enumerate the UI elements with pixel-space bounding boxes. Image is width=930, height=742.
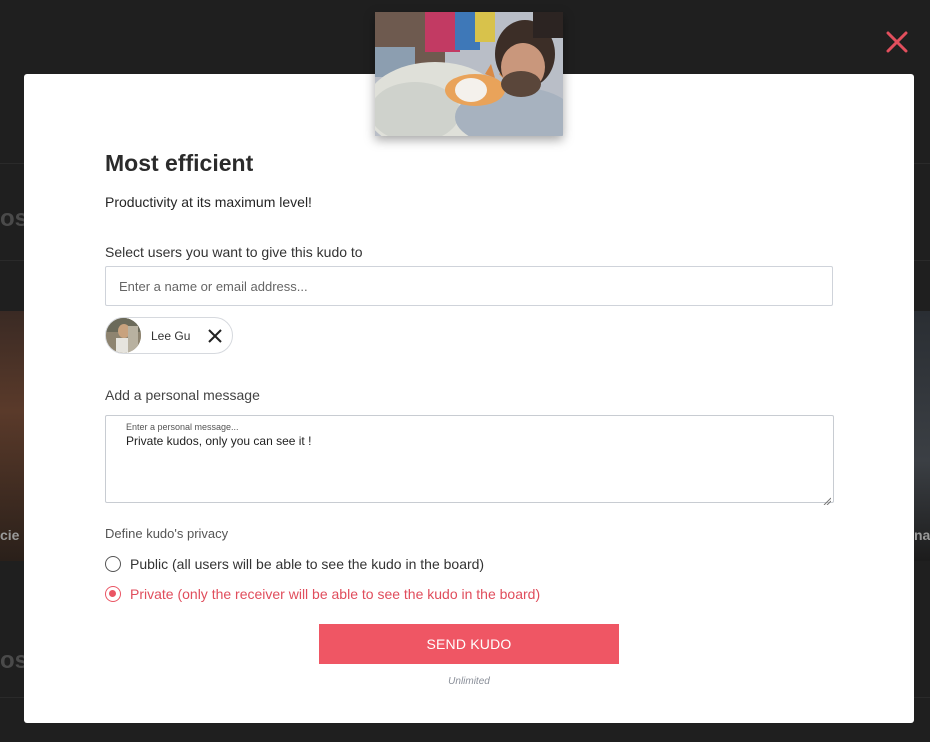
selected-user-chip: Lee Gu: [105, 317, 233, 354]
background-text: na: [914, 527, 930, 543]
close-icon[interactable]: [207, 328, 223, 344]
user-search-input[interactable]: [105, 266, 833, 306]
personal-message-textarea[interactable]: Enter a personal message... Private kudo…: [105, 415, 834, 506]
avatar: [106, 318, 141, 353]
send-limit-note: Unlimited: [448, 676, 490, 687]
resize-handle-icon[interactable]: [823, 492, 832, 506]
send-kudo-button[interactable]: SEND KUDO: [319, 624, 619, 664]
background-card-image: [914, 311, 930, 561]
radio-public[interactable]: [105, 556, 121, 572]
message-value: Private kudos, only you can see it !: [126, 434, 312, 448]
message-label: Add a personal message: [105, 387, 260, 403]
users-label: Select users you want to give this kudo …: [105, 244, 363, 260]
message-placeholder: Enter a personal message...: [126, 422, 239, 432]
privacy-option-label: Public (all users will be able to see th…: [130, 556, 485, 572]
kudo-title: Most efficient: [105, 150, 254, 176]
kudo-subtitle: Productivity at its maximum level!: [105, 194, 312, 210]
kudo-image: [375, 12, 563, 136]
privacy-option-label: Private (only the receiver will be able …: [130, 586, 541, 602]
close-icon[interactable]: [884, 29, 910, 55]
privacy-label: Define kudo's privacy: [105, 526, 229, 541]
background-card-image: [0, 311, 24, 561]
kudo-modal: Most efficient Productivity at its maxim…: [24, 12, 914, 723]
radio-private[interactable]: [105, 586, 121, 602]
selected-user-name: Lee Gu: [151, 329, 191, 343]
background-text: cie: [0, 527, 20, 543]
